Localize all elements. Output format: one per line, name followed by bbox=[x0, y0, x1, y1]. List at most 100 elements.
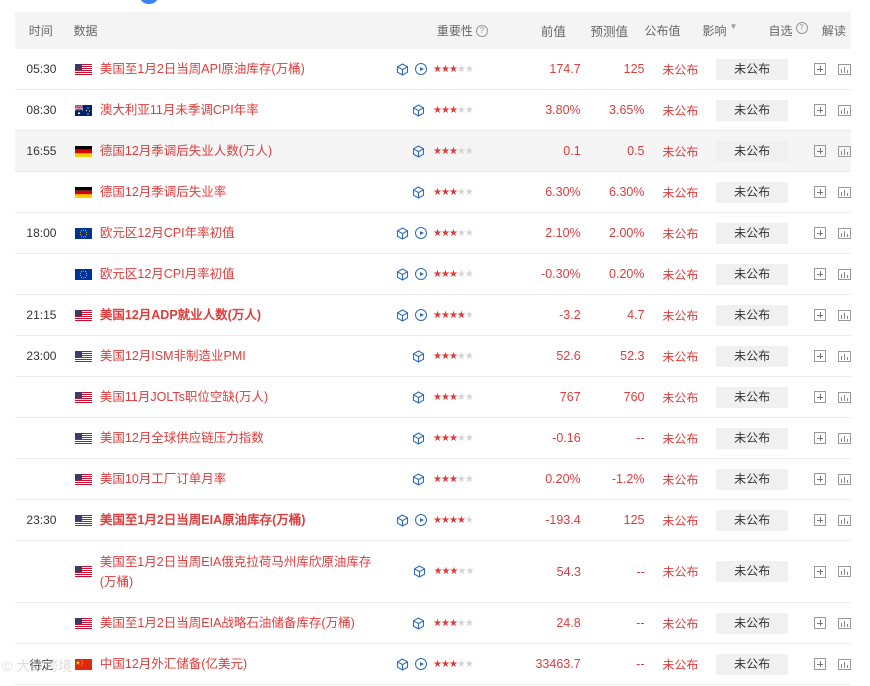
add-favorite-icon[interactable] bbox=[814, 268, 827, 280]
importance-stars: ★ ★ ★ ★ ★ bbox=[431, 392, 519, 403]
add-favorite-icon[interactable] bbox=[814, 473, 827, 485]
cube-3d-icon[interactable] bbox=[412, 616, 425, 630]
impact-button[interactable]: 未公布 bbox=[716, 181, 789, 203]
indicator-title[interactable]: 美国至1月2日当周EIA俄克拉荷马州库欣原油库存(万桶) bbox=[100, 552, 376, 592]
indicator-title[interactable]: 中国12月外汇储备(亿美元) bbox=[100, 654, 247, 674]
impact-button[interactable]: 未公布 bbox=[716, 222, 789, 244]
row-tools bbox=[375, 267, 431, 281]
cube-3d-icon[interactable] bbox=[396, 308, 409, 322]
help-icon[interactable]: ? bbox=[795, 22, 808, 34]
impact-button[interactable]: 未公布 bbox=[716, 386, 789, 408]
indicator-title[interactable]: 德国12月季调后失业人数(万人) bbox=[100, 141, 272, 161]
header-importance[interactable]: 重要性? bbox=[420, 22, 506, 39]
cube-3d-icon[interactable] bbox=[396, 513, 409, 527]
chart-icon[interactable] bbox=[838, 391, 851, 403]
impact-button[interactable]: 未公布 bbox=[716, 612, 789, 634]
impact-button[interactable]: 未公布 bbox=[716, 304, 789, 326]
cube-3d-icon[interactable] bbox=[412, 390, 425, 404]
add-favorite-icon[interactable] bbox=[814, 186, 827, 198]
help-icon[interactable]: ? bbox=[475, 24, 488, 37]
chart-icon[interactable] bbox=[838, 617, 851, 629]
impact-button[interactable]: 未公布 bbox=[716, 99, 789, 121]
impact-button[interactable]: 未公布 bbox=[716, 345, 789, 367]
add-favorite-icon[interactable] bbox=[814, 565, 827, 578]
play-icon[interactable] bbox=[415, 63, 427, 75]
row-data-cell: 中国12月外汇储备(亿美元) bbox=[68, 654, 375, 674]
indicator-title[interactable]: 澳大利亚11月未季调CPI年率 bbox=[100, 100, 259, 120]
indicator-title[interactable]: 欧元区12月CPI年率初值 bbox=[100, 223, 235, 243]
play-icon[interactable] bbox=[415, 658, 427, 670]
header-impact[interactable]: 影响 ▼ bbox=[680, 22, 768, 39]
play-icon[interactable] bbox=[415, 227, 427, 239]
star-icon: ★ bbox=[441, 566, 451, 577]
chart-icon[interactable] bbox=[838, 104, 851, 116]
cube-3d-icon[interactable] bbox=[412, 472, 425, 486]
add-favorite-icon[interactable] bbox=[814, 432, 827, 444]
cube-3d-icon[interactable] bbox=[413, 565, 426, 578]
chart-icon[interactable] bbox=[838, 186, 851, 198]
chart-icon[interactable] bbox=[838, 268, 851, 280]
cube-3d-icon[interactable] bbox=[412, 185, 425, 199]
impact-button[interactable]: 未公布 bbox=[716, 468, 789, 490]
cube-3d-icon[interactable] bbox=[396, 267, 409, 281]
indicator-title[interactable]: 美国11月JOLTs职位空缺(万人) bbox=[100, 387, 268, 407]
impact-button[interactable]: 未公布 bbox=[716, 427, 789, 449]
add-favorite-icon[interactable] bbox=[814, 309, 827, 321]
chart-icon[interactable] bbox=[838, 145, 851, 157]
cube-3d-icon[interactable] bbox=[412, 144, 425, 158]
indicator-title[interactable]: 美国至1月2日当周EIA战略石油储备库存(万桶) bbox=[100, 613, 355, 633]
impact-button[interactable]: 未公布 bbox=[716, 653, 789, 675]
favorite-cell bbox=[788, 617, 827, 629]
impact-button[interactable]: 未公布 bbox=[716, 58, 789, 80]
importance-stars: ★ ★ ★ ★ ★ bbox=[431, 618, 519, 629]
impact-cell: 未公布 bbox=[698, 468, 789, 490]
cube-3d-icon[interactable] bbox=[412, 349, 425, 363]
row-time: 16:55 bbox=[26, 144, 57, 158]
chart-icon[interactable] bbox=[838, 514, 851, 526]
add-favorite-icon[interactable] bbox=[814, 514, 827, 526]
chart-icon[interactable] bbox=[838, 227, 851, 239]
impact-button[interactable]: 未公布 bbox=[716, 509, 789, 531]
cube-3d-icon[interactable] bbox=[396, 62, 409, 76]
chart-icon[interactable] bbox=[838, 309, 851, 321]
impact-cell: 未公布 bbox=[698, 99, 789, 121]
star-icon: ★ bbox=[456, 186, 466, 198]
add-favorite-icon[interactable] bbox=[814, 391, 827, 403]
play-icon[interactable] bbox=[415, 268, 427, 280]
cube-3d-icon[interactable] bbox=[396, 657, 409, 671]
indicator-title[interactable]: 美国至1月2日当周API原油库存(万桶) bbox=[100, 59, 305, 79]
chart-icon[interactable] bbox=[838, 432, 851, 444]
prev-value: -193.4 bbox=[545, 513, 581, 527]
add-favorite-icon[interactable] bbox=[814, 145, 827, 157]
add-favorite-icon[interactable] bbox=[814, 104, 827, 116]
star-icon: ★ bbox=[433, 514, 442, 526]
indicator-title[interactable]: 美国12月ADP就业人数(万人) bbox=[100, 305, 261, 325]
impact-button[interactable]: 未公布 bbox=[716, 561, 789, 582]
chart-icon[interactable] bbox=[838, 63, 851, 75]
cube-3d-icon[interactable] bbox=[396, 226, 409, 240]
add-favorite-icon[interactable] bbox=[814, 658, 827, 670]
indicator-title[interactable]: 美国10月工厂订单月率 bbox=[100, 469, 226, 489]
importance-stars: ★ ★ ★ ★ ★ bbox=[431, 187, 519, 198]
prev-value: 0.20% bbox=[545, 472, 581, 486]
chart-icon[interactable] bbox=[838, 350, 851, 362]
impact-button[interactable]: 未公布 bbox=[716, 263, 789, 285]
chart-icon[interactable] bbox=[838, 658, 851, 670]
indicator-title[interactable]: 美国至1月2日当周EIA原油库存(万桶) bbox=[100, 510, 306, 530]
add-favorite-icon[interactable] bbox=[814, 227, 827, 239]
cube-3d-icon[interactable] bbox=[412, 103, 425, 117]
chart-icon[interactable] bbox=[838, 473, 851, 485]
add-favorite-icon[interactable] bbox=[814, 617, 827, 629]
indicator-title[interactable]: 美国12月ISM非制造业PMI bbox=[100, 346, 246, 366]
impact-button[interactable]: 未公布 bbox=[716, 140, 789, 162]
indicator-title[interactable]: 欧元区12月CPI月率初值 bbox=[100, 264, 235, 284]
chart-icon[interactable] bbox=[837, 566, 851, 577]
play-icon[interactable] bbox=[415, 514, 427, 526]
cube-3d-icon[interactable] bbox=[412, 431, 425, 445]
add-favorite-icon[interactable] bbox=[814, 350, 827, 362]
play-icon[interactable] bbox=[415, 309, 427, 321]
add-favorite-icon[interactable] bbox=[814, 63, 827, 75]
indicator-title[interactable]: 美国12月全球供应链压力指数 bbox=[100, 428, 264, 448]
indicator-title[interactable]: 德国12月季调后失业率 bbox=[100, 182, 226, 202]
star-icon: ★ bbox=[433, 617, 442, 629]
